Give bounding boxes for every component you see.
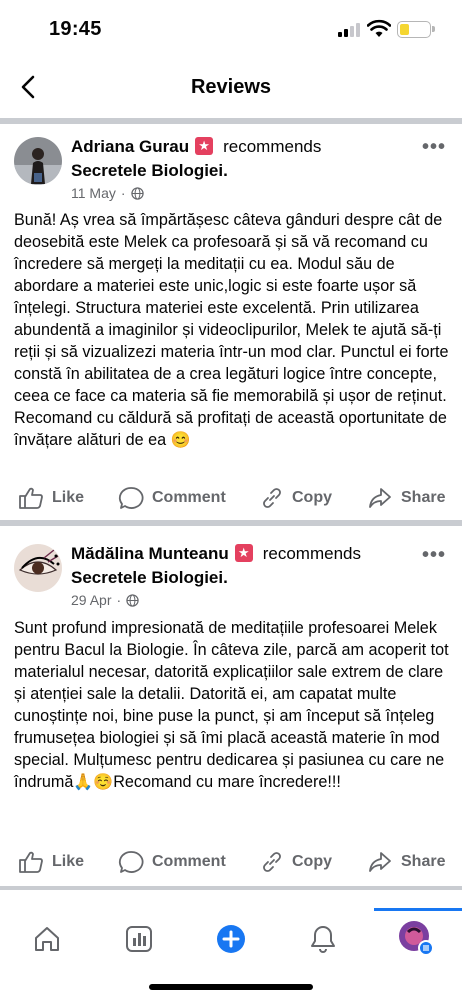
post-meta: 29 Apr · bbox=[71, 592, 139, 608]
wifi-icon bbox=[367, 19, 391, 37]
dashboard-icon[interactable] bbox=[124, 924, 154, 954]
post-actions: Like Comment Copy Share bbox=[0, 842, 462, 882]
home-indicator bbox=[149, 984, 313, 990]
share-icon bbox=[369, 488, 391, 508]
like-label: Like bbox=[52, 853, 85, 870]
divider bbox=[0, 520, 462, 526]
review-text: Bună! Aș vrea să împărtășesc câteva gând… bbox=[14, 209, 454, 452]
post-date[interactable]: 11 May bbox=[71, 185, 116, 201]
page-title: Reviews bbox=[190, 76, 272, 98]
post-meta: 11 May · bbox=[71, 185, 144, 201]
home-icon[interactable] bbox=[32, 924, 62, 954]
battery-icon bbox=[397, 21, 435, 38]
recommends-badge-icon bbox=[234, 543, 253, 562]
notifications-icon[interactable] bbox=[308, 924, 338, 954]
share-label: Share bbox=[401, 853, 446, 870]
thumbs-up-icon bbox=[19, 487, 43, 509]
comment-label: Comment bbox=[152, 853, 226, 870]
page-name[interactable]: Secretele Biologiei. bbox=[71, 568, 228, 587]
comment-button[interactable]: Comment bbox=[118, 842, 226, 882]
copy-button[interactable]: Copy bbox=[260, 842, 332, 882]
create-icon[interactable] bbox=[216, 924, 246, 954]
pray-emoji: 🙏☺️ bbox=[73, 774, 114, 791]
review-body: Sunt profund impresionată de meditațiile… bbox=[14, 619, 449, 791]
author-name[interactable]: Mădălina Munteanu bbox=[71, 544, 229, 563]
like-label: Like bbox=[52, 489, 85, 506]
avatar[interactable] bbox=[14, 544, 62, 592]
recommends-label: recommends bbox=[223, 137, 322, 156]
bottom-tab-bar bbox=[0, 908, 462, 968]
profile-icon[interactable] bbox=[398, 920, 434, 956]
share-icon bbox=[369, 852, 391, 872]
like-button[interactable]: Like bbox=[18, 478, 84, 518]
comment-icon bbox=[118, 851, 144, 873]
status-bar: 19:45 bbox=[0, 0, 462, 56]
share-label: Share bbox=[401, 489, 446, 506]
recommends-badge-icon bbox=[195, 136, 214, 155]
review-text: Sunt profund impresionată de meditațiile… bbox=[14, 617, 454, 794]
link-icon bbox=[263, 488, 281, 508]
divider bbox=[0, 118, 462, 124]
author-name[interactable]: Adriana Gurau bbox=[71, 137, 189, 156]
meta-separator: · bbox=[116, 592, 122, 608]
avatar[interactable] bbox=[14, 137, 62, 185]
comment-label: Comment bbox=[152, 489, 226, 506]
copy-label: Copy bbox=[292, 853, 332, 870]
more-options-icon[interactable]: ••• bbox=[422, 544, 446, 567]
like-button[interactable]: Like bbox=[18, 842, 84, 882]
status-time: 19:45 bbox=[49, 18, 102, 40]
share-button[interactable]: Share bbox=[367, 478, 445, 518]
review-body: Bună! Aș vrea să împărtășesc câteva gând… bbox=[14, 211, 449, 449]
smile-emoji: 😊 bbox=[170, 432, 191, 449]
thumbs-up-icon bbox=[19, 851, 43, 873]
meta-separator: · bbox=[120, 185, 126, 201]
comment-icon bbox=[118, 487, 144, 509]
post-actions: Like Comment Copy Share bbox=[0, 478, 462, 518]
copy-label: Copy bbox=[292, 489, 332, 506]
comment-button[interactable]: Comment bbox=[118, 478, 226, 518]
page-name[interactable]: Secretele Biologiei. bbox=[71, 161, 228, 180]
post-date[interactable]: 29 Apr bbox=[71, 592, 111, 608]
cellular-signal-icon bbox=[338, 23, 362, 37]
nav-bar: Reviews bbox=[0, 60, 462, 116]
more-options-icon[interactable]: ••• bbox=[422, 136, 446, 159]
review-body-end: Recomand cu mare încredere!!! bbox=[113, 773, 341, 791]
globe-icon bbox=[126, 593, 139, 607]
globe-icon bbox=[130, 186, 144, 200]
link-icon bbox=[263, 852, 281, 872]
recommends-label: recommends bbox=[262, 544, 361, 563]
share-button[interactable]: Share bbox=[367, 842, 445, 882]
copy-button[interactable]: Copy bbox=[260, 478, 332, 518]
active-tab-indicator bbox=[374, 908, 462, 911]
divider bbox=[0, 886, 462, 890]
